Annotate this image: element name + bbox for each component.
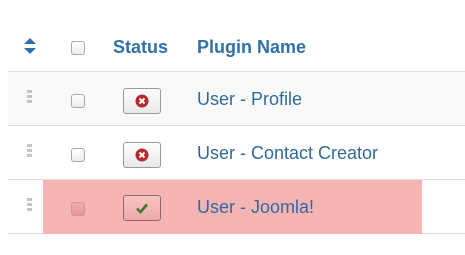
cross-circle-icon	[135, 148, 149, 162]
row-checkbox[interactable]	[71, 202, 85, 216]
status-column-header[interactable]: Status	[113, 37, 168, 57]
status-toggle-button[interactable]	[123, 142, 161, 168]
plugin-name-link[interactable]: User - Profile	[197, 88, 302, 110]
status-toggle-button[interactable]	[123, 195, 161, 221]
cross-circle-icon	[135, 94, 149, 108]
status-toggle-button[interactable]	[123, 88, 161, 114]
checkmark-icon	[136, 203, 148, 214]
drag-handle-icon[interactable]	[27, 144, 33, 162]
drag-handle-icon[interactable]	[27, 198, 33, 216]
row-checkbox[interactable]	[71, 148, 85, 162]
table-row: User - Joomla!	[8, 179, 465, 234]
table-header: Status Plugin Name	[0, 0, 465, 71]
plugin-name-link[interactable]: User - Contact Creator	[197, 142, 378, 164]
row-checkbox[interactable]	[71, 94, 85, 108]
select-all-checkbox[interactable]	[71, 41, 85, 55]
plugin-name-link[interactable]: User - Joomla!	[197, 196, 314, 218]
table-row: User - Profile	[8, 71, 465, 125]
table-row: User - Contact Creator	[8, 125, 465, 179]
plugin-name-column-header[interactable]: Plugin Name	[197, 37, 306, 57]
drag-handle-icon[interactable]	[27, 90, 33, 108]
sort-ordering-icon[interactable]	[23, 37, 37, 55]
